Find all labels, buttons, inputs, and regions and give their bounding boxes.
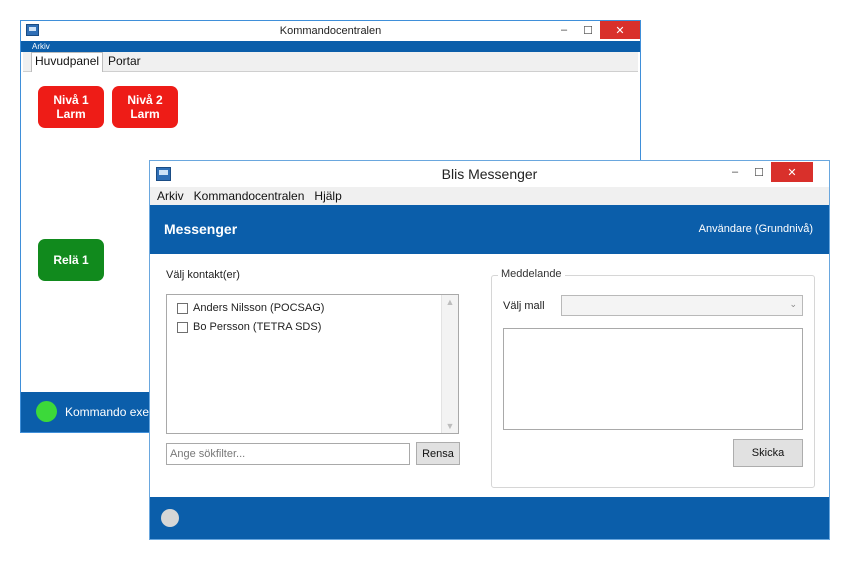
status-text: Kommando exek: [65, 405, 156, 419]
menu-item-hjalp[interactable]: Hjälp: [314, 187, 341, 205]
contact-label: Bo Persson (TETRA SDS): [193, 321, 322, 333]
list-item[interactable]: Bo Persson (TETRA SDS): [177, 321, 321, 333]
menu-item-kommandocentralen[interactable]: Kommandocentralen: [194, 187, 305, 205]
title-bar[interactable]: Kommandocentralen – ☐ ✕: [21, 21, 640, 41]
level-1-alarm-button[interactable]: Nivå 1 Larm: [38, 86, 104, 128]
search-filter-input[interactable]: [166, 443, 410, 465]
relay-button-label: Relä 1: [53, 253, 89, 267]
contact-checkbox[interactable]: [177, 302, 188, 314]
send-button[interactable]: Skicka: [733, 439, 803, 467]
template-select[interactable]: ⌄: [561, 295, 803, 316]
message-group: Meddelande Välj mall ⌄ Skicka: [491, 268, 815, 488]
status-indicator: [161, 509, 179, 527]
menu-item-arkiv[interactable]: Arkiv: [157, 187, 184, 205]
status-bar: [150, 497, 829, 539]
maximize-icon[interactable]: ☐: [576, 21, 600, 39]
alarm-button-line2: Larm: [130, 107, 160, 121]
list-item[interactable]: Anders Nilsson (POCSAG): [177, 302, 324, 314]
app-header: Messenger Användare (Grundnivå): [150, 205, 829, 254]
minimize-icon[interactable]: –: [552, 21, 576, 39]
contact-checkbox[interactable]: [177, 321, 188, 333]
level-2-alarm-button[interactable]: Nivå 2 Larm: [112, 86, 178, 128]
template-label: Välj mall: [503, 300, 545, 312]
message-body-field[interactable]: [503, 328, 803, 430]
contacts-label: Välj kontakt(er): [166, 269, 240, 281]
user-label: Användare (Grundnivå): [698, 223, 813, 235]
blis-messenger-window: Blis Messenger – ☐ ✕ Arkiv Kommandocentr…: [149, 160, 830, 540]
page-title: Messenger: [164, 221, 238, 237]
window-controls: – ☐ ✕: [552, 21, 640, 41]
status-indicator: [36, 401, 57, 422]
menu-bar: Arkiv Kommandocentralen Hjälp: [150, 187, 829, 205]
contact-label: Anders Nilsson (POCSAG): [193, 302, 325, 314]
alarm-button-line2: Larm: [56, 107, 86, 121]
menu-bar: Arkiv: [21, 41, 640, 52]
alarm-button-line1: Nivå 2: [127, 93, 163, 107]
main-content: Välj kontakt(er) Anders Nilsson (POCSAG)…: [150, 254, 829, 498]
window-controls: – ☐ ✕: [723, 162, 813, 182]
contacts-list[interactable]: Anders Nilsson (POCSAG) Bo Persson (TETR…: [166, 294, 459, 434]
clear-button[interactable]: Rensa: [416, 442, 460, 465]
relay-1-button[interactable]: Relä 1: [38, 239, 104, 281]
alarm-button-line1: Nivå 1: [53, 93, 89, 107]
close-icon[interactable]: ✕: [600, 21, 640, 39]
maximize-icon[interactable]: ☐: [747, 162, 771, 182]
title-bar[interactable]: Blis Messenger – ☐ ✕: [150, 161, 829, 187]
message-group-label: Meddelande: [498, 268, 565, 280]
tab-strip: Huvudpanel Portar: [23, 52, 638, 72]
close-icon[interactable]: ✕: [771, 162, 813, 182]
scroll-up-icon[interactable]: ▲: [442, 297, 458, 307]
tab-huvudpanel[interactable]: Huvudpanel: [31, 52, 104, 72]
minimize-icon[interactable]: –: [723, 162, 747, 182]
contacts-scrollbar[interactable]: ▲ ▼: [441, 295, 458, 433]
tab-portar[interactable]: Portar: [105, 53, 144, 71]
menu-item-arkiv[interactable]: Arkiv: [32, 42, 50, 51]
chevron-down-icon[interactable]: ⌄: [789, 299, 797, 310]
window-title: Kommandocentralen: [279, 25, 382, 37]
scroll-down-icon[interactable]: ▼: [442, 421, 458, 431]
